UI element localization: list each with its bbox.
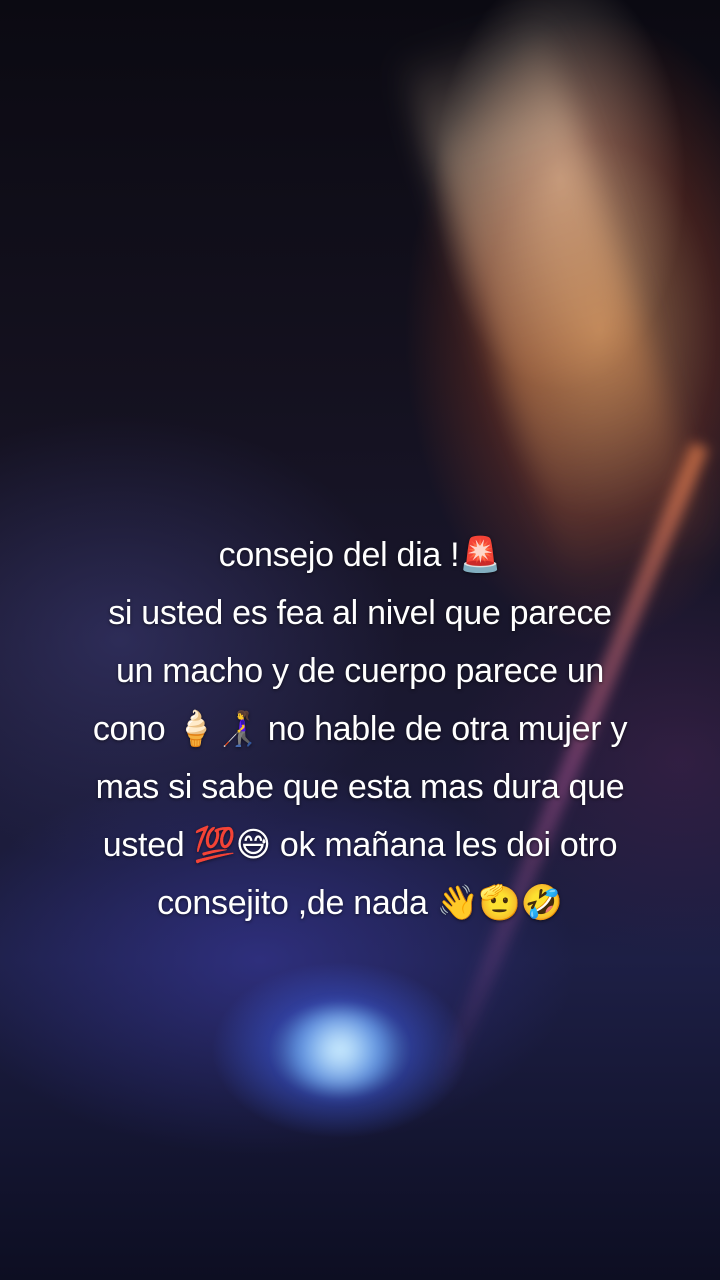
caption-line-7: consejito ,de nada 👋🫡🤣: [157, 884, 563, 922]
caption-line-5: mas si sabe que esta mas dura que: [95, 768, 625, 806]
caption-line-3: un macho y de cuerpo parece un: [115, 652, 605, 690]
caption-line-2: si usted es fea al nivel que parece: [108, 594, 612, 632]
window-light-glare: [397, 10, 713, 590]
blue-light-glow: [280, 1010, 400, 1090]
video-background: consejo del dia !🚨 si usted es fea al ni…: [0, 0, 720, 1280]
caption-line-6: usted 💯😅 ok mañana les doi otro: [102, 826, 618, 864]
caption-line-1: consejo del dia !🚨: [218, 536, 502, 574]
caption-line-4: cono 🍦👩‍🦯 no hable de otra mujer y: [92, 710, 628, 748]
caption-text: consejo del dia !🚨 si usted es fea al ni…: [10, 526, 710, 932]
